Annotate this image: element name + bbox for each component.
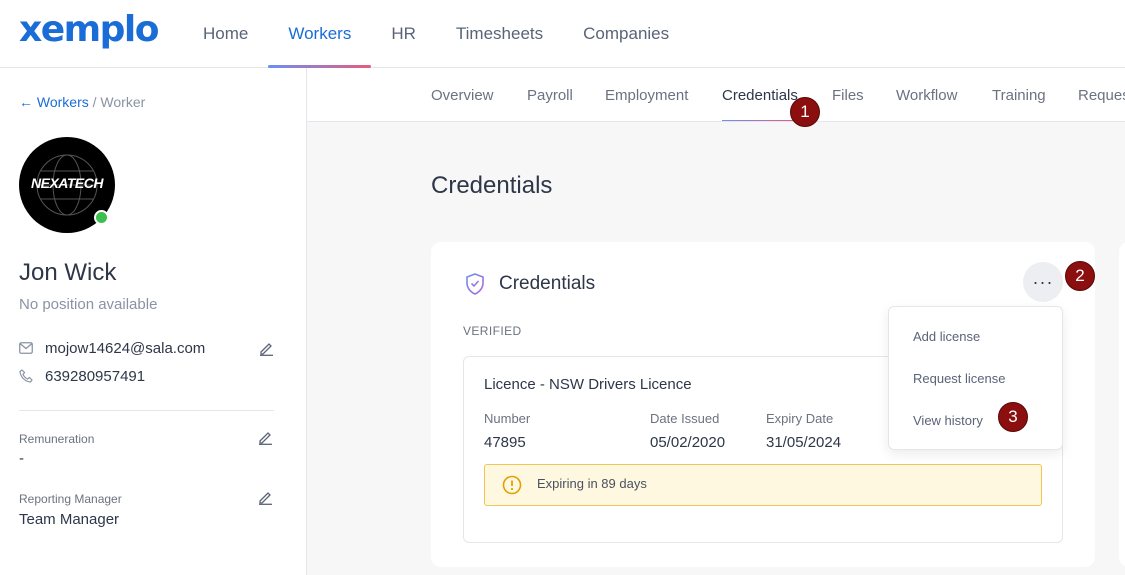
- top-navbar: xemplo Home Workers HR Timesheets Compan…: [0, 0, 1125, 68]
- worker-subtabs: Overview Payroll Employment Credentials …: [307, 68, 1125, 122]
- expiry-date-value: 31/05/2024: [766, 434, 842, 451]
- phone-icon: [19, 369, 45, 383]
- remuneration-value: -: [19, 450, 24, 467]
- menu-item-view-history[interactable]: View history: [913, 413, 983, 428]
- menu-item-add-license[interactable]: Add license: [913, 329, 980, 344]
- online-status-dot: [94, 210, 109, 225]
- reporting-manager-label: Reporting Manager: [19, 492, 122, 506]
- licence-name: Licence - NSW Drivers Licence: [484, 376, 692, 393]
- nav-companies[interactable]: Companies: [563, 0, 689, 68]
- tab-requests[interactable]: Reques: [1078, 68, 1125, 121]
- more-options-button[interactable]: ···: [1023, 262, 1063, 302]
- number-value: 47895: [484, 434, 526, 451]
- date-issued-value: 05/02/2020: [650, 434, 726, 451]
- profile-divider: [19, 410, 274, 411]
- step-marker-1: 1: [790, 97, 820, 127]
- expiry-warning: Expiring in 89 days: [484, 464, 1042, 506]
- main-nav: Home Workers HR Timesheets Companies: [183, 0, 689, 68]
- email-row: mojow14624@sala.com: [19, 337, 274, 359]
- tab-employment[interactable]: Employment: [605, 68, 688, 121]
- breadcrumb-current: Worker: [100, 94, 146, 110]
- edit-remuneration-icon[interactable]: [258, 430, 273, 445]
- breadcrumb-workers-link[interactable]: ← Workers: [19, 94, 89, 110]
- adjacent-card-edge: [1119, 242, 1125, 567]
- avatar-brand-text: NEXATECH: [31, 175, 103, 191]
- edit-manager-icon[interactable]: [258, 490, 273, 505]
- xemplo-logo[interactable]: xemplo: [19, 9, 160, 50]
- step-marker-2: 2: [1065, 261, 1095, 291]
- expiry-warning-text: Expiring in 89 days: [537, 476, 647, 491]
- tab-workflow[interactable]: Workflow: [896, 68, 957, 121]
- nav-hr[interactable]: HR: [371, 0, 436, 68]
- expiry-date-label: Expiry Date: [766, 411, 834, 426]
- mail-icon: [19, 342, 45, 354]
- tab-payroll[interactable]: Payroll: [527, 68, 573, 121]
- menu-item-request-license[interactable]: Request license: [913, 371, 1006, 386]
- tab-credentials[interactable]: Credentials: [722, 68, 798, 121]
- worker-name: Jon Wick: [19, 259, 117, 286]
- tab-overview[interactable]: Overview: [431, 68, 494, 121]
- number-label: Number: [484, 411, 531, 426]
- remuneration-label: Remuneration: [19, 432, 95, 446]
- phone-row: 639280957491: [19, 365, 274, 387]
- verified-section-label: VERIFIED: [463, 324, 522, 338]
- shield-check-icon: [464, 272, 486, 301]
- nav-workers[interactable]: Workers: [268, 0, 372, 68]
- breadcrumb: ← Workers / Worker: [19, 94, 145, 110]
- reporting-manager-value: Team Manager: [19, 511, 120, 528]
- date-issued-label: Date Issued: [650, 411, 720, 426]
- worker-profile-panel: ← Workers / Worker NEXATECH Jon Wick No …: [0, 68, 307, 575]
- nav-home[interactable]: Home: [183, 0, 268, 68]
- tab-training[interactable]: Training: [992, 68, 1046, 121]
- warning-icon: [502, 475, 522, 500]
- worker-email: mojow14624@sala.com: [45, 339, 206, 357]
- worker-phone: 639280957491: [45, 367, 146, 385]
- nav-timesheets[interactable]: Timesheets: [436, 0, 563, 68]
- worker-position: No position available: [19, 296, 158, 313]
- more-options-menu: Add license Request license View history: [888, 306, 1063, 450]
- page-title: Credentials: [431, 172, 553, 199]
- tab-files[interactable]: Files: [832, 68, 864, 121]
- breadcrumb-separator: /: [92, 94, 97, 110]
- step-marker-3: 3: [998, 402, 1028, 432]
- card-title: Credentials: [499, 273, 596, 294]
- edit-contact-icon[interactable]: [259, 341, 274, 356]
